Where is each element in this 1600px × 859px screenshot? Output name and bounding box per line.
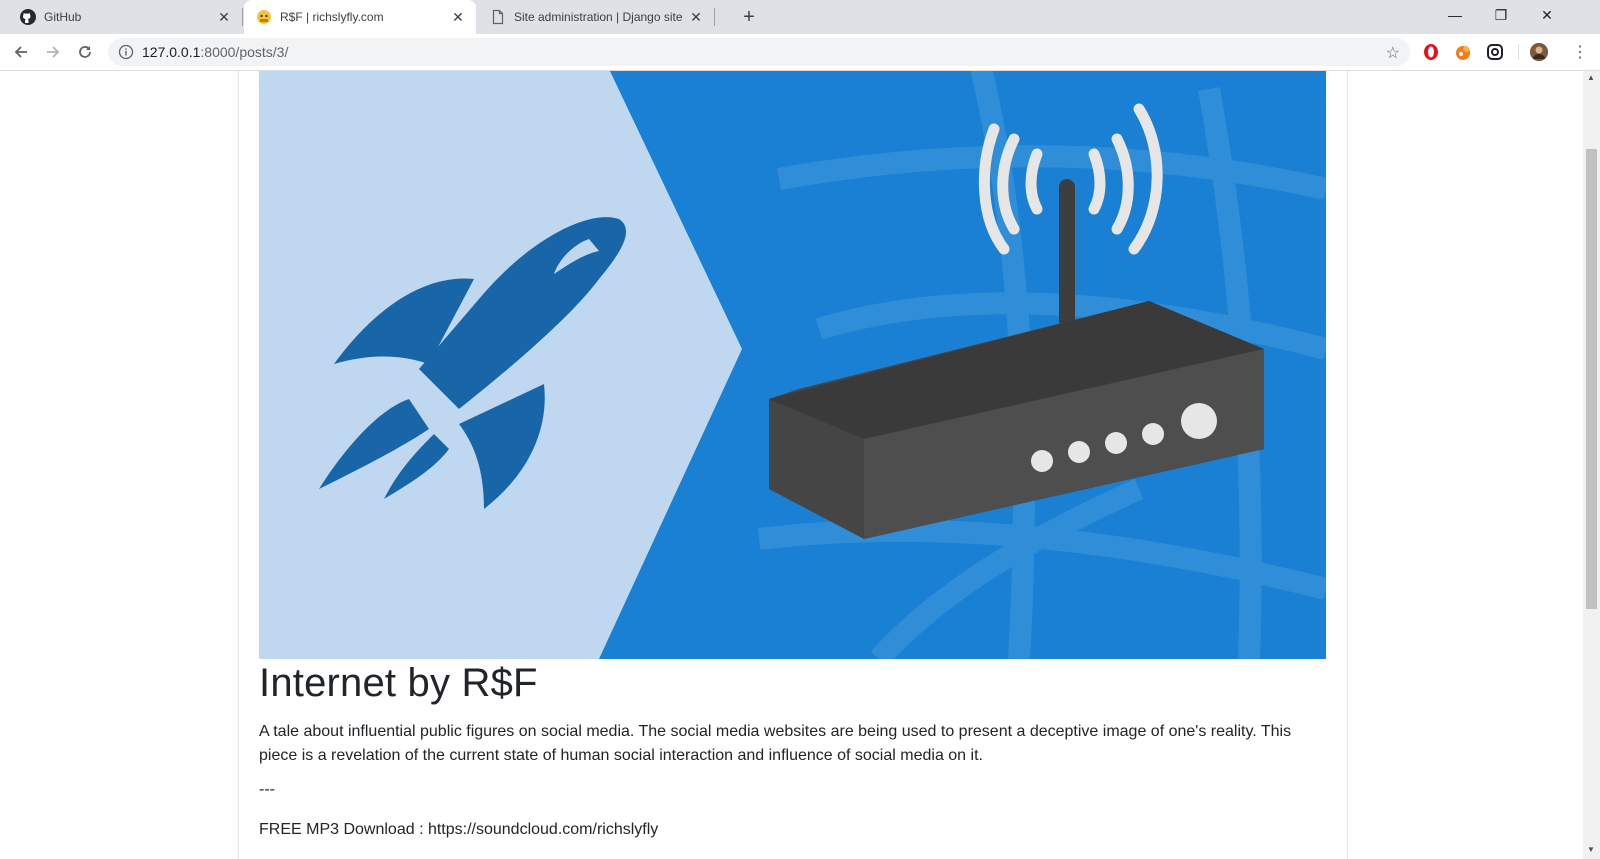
- address-bar[interactable]: 127.0.0.1:8000/posts/3/ ☆: [108, 38, 1410, 66]
- page-viewport: Internet by R$F A tale about influential…: [0, 71, 1583, 859]
- profile-avatar[interactable]: [1530, 43, 1548, 61]
- tab-close-icon[interactable]: ✕: [688, 9, 704, 25]
- tab-close-icon[interactable]: ✕: [450, 9, 466, 25]
- tab-github[interactable]: GitHub ✕: [0, 0, 242, 34]
- tab-django-admin[interactable]: Site administration | Django site ✕: [478, 0, 714, 34]
- post-separator: ---: [259, 781, 275, 798]
- tab-favicon-icon: [256, 9, 272, 25]
- kebab-menu-icon[interactable]: ⋮: [1572, 42, 1588, 62]
- restore-button[interactable]: ❐: [1478, 0, 1524, 30]
- tab-label: Site administration | Django site: [514, 10, 683, 24]
- new-tab-button[interactable]: +: [738, 6, 760, 28]
- scroll-down-icon[interactable]: ▼: [1587, 845, 1595, 854]
- tab-label: GitHub: [44, 10, 82, 24]
- post-description: A tale about influential public figures …: [259, 723, 1292, 764]
- minimize-button[interactable]: —: [1432, 0, 1478, 30]
- tab-separator: [242, 8, 243, 26]
- forward-icon[interactable]: [41, 40, 65, 64]
- opera-icon[interactable]: [1422, 43, 1440, 61]
- vertical-scrollbar[interactable]: ▲ ▼: [1583, 71, 1600, 859]
- url-text: 127.0.0.1:8000/posts/3/: [142, 44, 288, 60]
- github-icon: [20, 9, 36, 25]
- close-window-button[interactable]: ✕: [1524, 0, 1570, 30]
- tab-close-icon[interactable]: ✕: [216, 9, 232, 25]
- back-icon[interactable]: [9, 40, 33, 64]
- star-icon[interactable]: ☆: [1386, 43, 1400, 63]
- document-icon: [490, 9, 506, 25]
- tab-separator: [714, 8, 715, 26]
- toolbar-divider: [1518, 44, 1519, 60]
- tab-strip: GitHub ✕ R$F | richslyfly.com ✕ Site adm…: [0, 0, 1600, 34]
- sync-icon[interactable]: [1486, 43, 1504, 61]
- post-hero-image: [259, 71, 1329, 667]
- tab-richslyfly[interactable]: R$F | richslyfly.com ✕: [244, 0, 476, 34]
- url-path: :8000/posts/3/: [200, 44, 289, 60]
- extension-icon[interactable]: [1454, 43, 1472, 61]
- download-link-text[interactable]: FREE MP3 Download : https://soundcloud.c…: [259, 821, 658, 839]
- reload-icon[interactable]: [73, 40, 97, 64]
- scroll-thumb[interactable]: [1586, 149, 1597, 609]
- browser-toolbar: 127.0.0.1:8000/posts/3/ ☆ ⋮: [0, 34, 1600, 71]
- tab-label: R$F | richslyfly.com: [280, 10, 384, 24]
- scroll-up-icon[interactable]: ▲: [1587, 73, 1595, 82]
- url-host: 127.0.0.1: [142, 44, 201, 60]
- post-container: Internet by R$F A tale about influential…: [238, 71, 1348, 859]
- post-title: Internet by R$F: [259, 661, 538, 705]
- info-icon[interactable]: [118, 44, 134, 60]
